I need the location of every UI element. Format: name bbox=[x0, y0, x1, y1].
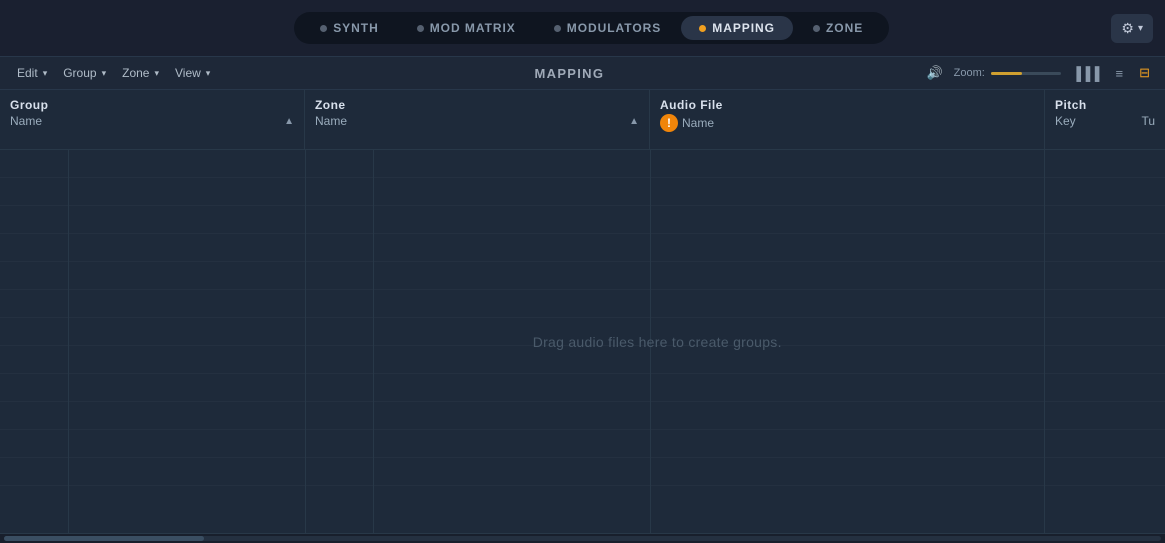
gear-icon: ⚙ bbox=[1121, 20, 1134, 37]
group-col-title: Group bbox=[10, 98, 294, 112]
pitch-col-name: Key bbox=[1055, 114, 1076, 128]
row-10 bbox=[0, 402, 1165, 430]
group-label: Group bbox=[63, 66, 96, 80]
row-8 bbox=[0, 346, 1165, 374]
column-headers: Group Name ▲ Zone Name ▲ Audio File ! Na… bbox=[0, 90, 1165, 150]
row-6 bbox=[0, 290, 1165, 318]
synth-dot bbox=[320, 25, 327, 32]
zone-sub-divider bbox=[373, 150, 374, 533]
tab-zone[interactable]: ZONE bbox=[795, 16, 881, 40]
zone-audio-divider bbox=[650, 150, 651, 533]
list-icon: ≡ bbox=[1116, 66, 1124, 81]
zone-column-header: Zone Name ▲ bbox=[305, 90, 650, 149]
row-3 bbox=[0, 206, 1165, 234]
zoom-slider[interactable] bbox=[991, 72, 1061, 75]
tab-mod-matrix[interactable]: MOD MATRIX bbox=[399, 16, 534, 40]
scrollbar-track[interactable] bbox=[4, 536, 1161, 541]
row-12 bbox=[0, 458, 1165, 486]
row-2 bbox=[0, 178, 1165, 206]
toolbar-right: 🔊 Zoom: ▐▐▐ ≡ ⊟ bbox=[921, 63, 1155, 83]
row-1 bbox=[0, 150, 1165, 178]
speaker-icon: 🔊 bbox=[926, 65, 942, 80]
toolbar: Edit ▾ Group ▾ Zone ▾ View ▾ MAPPING 🔊 Z… bbox=[0, 56, 1165, 90]
tab-mapping[interactable]: MAPPING bbox=[681, 16, 793, 40]
mapping-dot bbox=[699, 25, 706, 32]
audio-column-header: Audio File ! Name bbox=[650, 90, 1045, 149]
list-view-button[interactable]: ≡ bbox=[1111, 64, 1129, 83]
group-col-name: Name bbox=[10, 114, 42, 128]
gear-chevron-icon: ▾ bbox=[1138, 23, 1143, 34]
zone-col-title: Zone bbox=[315, 98, 639, 112]
zoom-area: Zoom: bbox=[954, 67, 1061, 79]
gear-button[interactable]: ⚙ ▾ bbox=[1111, 14, 1153, 43]
zone-col-name: Name bbox=[315, 114, 347, 128]
zone-tab-label: ZONE bbox=[826, 21, 863, 35]
mapping-tab-label: MAPPING bbox=[712, 21, 775, 35]
modulators-dot bbox=[554, 25, 561, 32]
group-col-sub: Name ▲ bbox=[10, 114, 294, 128]
pitch-column-header: Pitch Key Tu bbox=[1045, 90, 1165, 149]
zoom-label: Zoom: bbox=[954, 67, 985, 79]
zone-label: Zone bbox=[122, 66, 149, 80]
view-menu-button[interactable]: View ▾ bbox=[168, 63, 217, 83]
grid-view-button[interactable]: ⊟ bbox=[1134, 63, 1155, 83]
toolbar-title: MAPPING bbox=[223, 66, 915, 81]
pitch-col-title: Pitch bbox=[1055, 98, 1155, 112]
zone-chevron-icon: ▾ bbox=[154, 68, 159, 79]
edit-menu-button[interactable]: Edit ▾ bbox=[10, 63, 54, 83]
audio-col-sub: ! Name bbox=[660, 114, 1034, 132]
zone-menu-button[interactable]: Zone ▾ bbox=[115, 63, 166, 83]
main-content: Group Name ▲ Zone Name ▲ Audio File ! Na… bbox=[0, 90, 1165, 543]
speaker-button[interactable]: 🔊 bbox=[921, 63, 947, 83]
modulators-tab-label: MODULATORS bbox=[567, 21, 662, 35]
edit-chevron-icon: ▾ bbox=[43, 68, 48, 79]
scrollbar-thumb[interactable] bbox=[4, 536, 204, 541]
alert-icon: ! bbox=[660, 114, 678, 132]
row-lines bbox=[0, 150, 1165, 533]
group-menu-button[interactable]: Group ▾ bbox=[56, 63, 113, 83]
row-4 bbox=[0, 234, 1165, 262]
bottom-scrollbar[interactable] bbox=[0, 533, 1165, 543]
row-7 bbox=[0, 318, 1165, 346]
group-sub-divider bbox=[68, 150, 69, 533]
row-11 bbox=[0, 430, 1165, 458]
drag-message: Drag audio files here to create groups. bbox=[533, 334, 782, 350]
row-5 bbox=[0, 262, 1165, 290]
mod-matrix-dot bbox=[417, 25, 424, 32]
tab-modulators[interactable]: MODULATORS bbox=[536, 16, 680, 40]
pitch-col-sub: Key Tu bbox=[1055, 114, 1155, 128]
row-9 bbox=[0, 374, 1165, 402]
top-nav: SYNTH MOD MATRIX MODULATORS MAPPING ZONE… bbox=[0, 0, 1165, 56]
bar-chart-view-button[interactable]: ▐▐▐ bbox=[1067, 64, 1105, 83]
audio-pitch-divider bbox=[1044, 150, 1045, 533]
nav-tabs: SYNTH MOD MATRIX MODULATORS MAPPING ZONE bbox=[294, 12, 889, 44]
audio-col-title: Audio File bbox=[660, 98, 1034, 112]
group-chevron-icon: ▾ bbox=[102, 68, 107, 79]
data-area: Drag audio files here to create groups. bbox=[0, 150, 1165, 533]
grid-icon: ⊟ bbox=[1139, 65, 1150, 80]
synth-tab-label: SYNTH bbox=[333, 21, 378, 35]
bar-chart-icon: ▐▐▐ bbox=[1072, 66, 1100, 81]
group-sort-icon[interactable]: ▲ bbox=[284, 116, 294, 127]
alert-symbol: ! bbox=[667, 116, 671, 130]
view-label: View bbox=[175, 66, 201, 80]
group-column-header: Group Name ▲ bbox=[0, 90, 305, 149]
group-zone-divider bbox=[305, 150, 306, 533]
tab-synth[interactable]: SYNTH bbox=[302, 16, 396, 40]
zoom-slider-fill bbox=[991, 72, 1023, 75]
zone-sort-icon[interactable]: ▲ bbox=[629, 116, 639, 127]
audio-col-name: Name bbox=[682, 116, 714, 130]
view-chevron-icon: ▾ bbox=[206, 68, 211, 79]
mod-matrix-tab-label: MOD MATRIX bbox=[430, 21, 516, 35]
zone-col-sub: Name ▲ bbox=[315, 114, 639, 128]
edit-label: Edit bbox=[17, 66, 38, 80]
zone-dot bbox=[813, 25, 820, 32]
tuning-col-label: Tu bbox=[1141, 114, 1155, 128]
toolbar-left: Edit ▾ Group ▾ Zone ▾ View ▾ bbox=[10, 63, 217, 83]
